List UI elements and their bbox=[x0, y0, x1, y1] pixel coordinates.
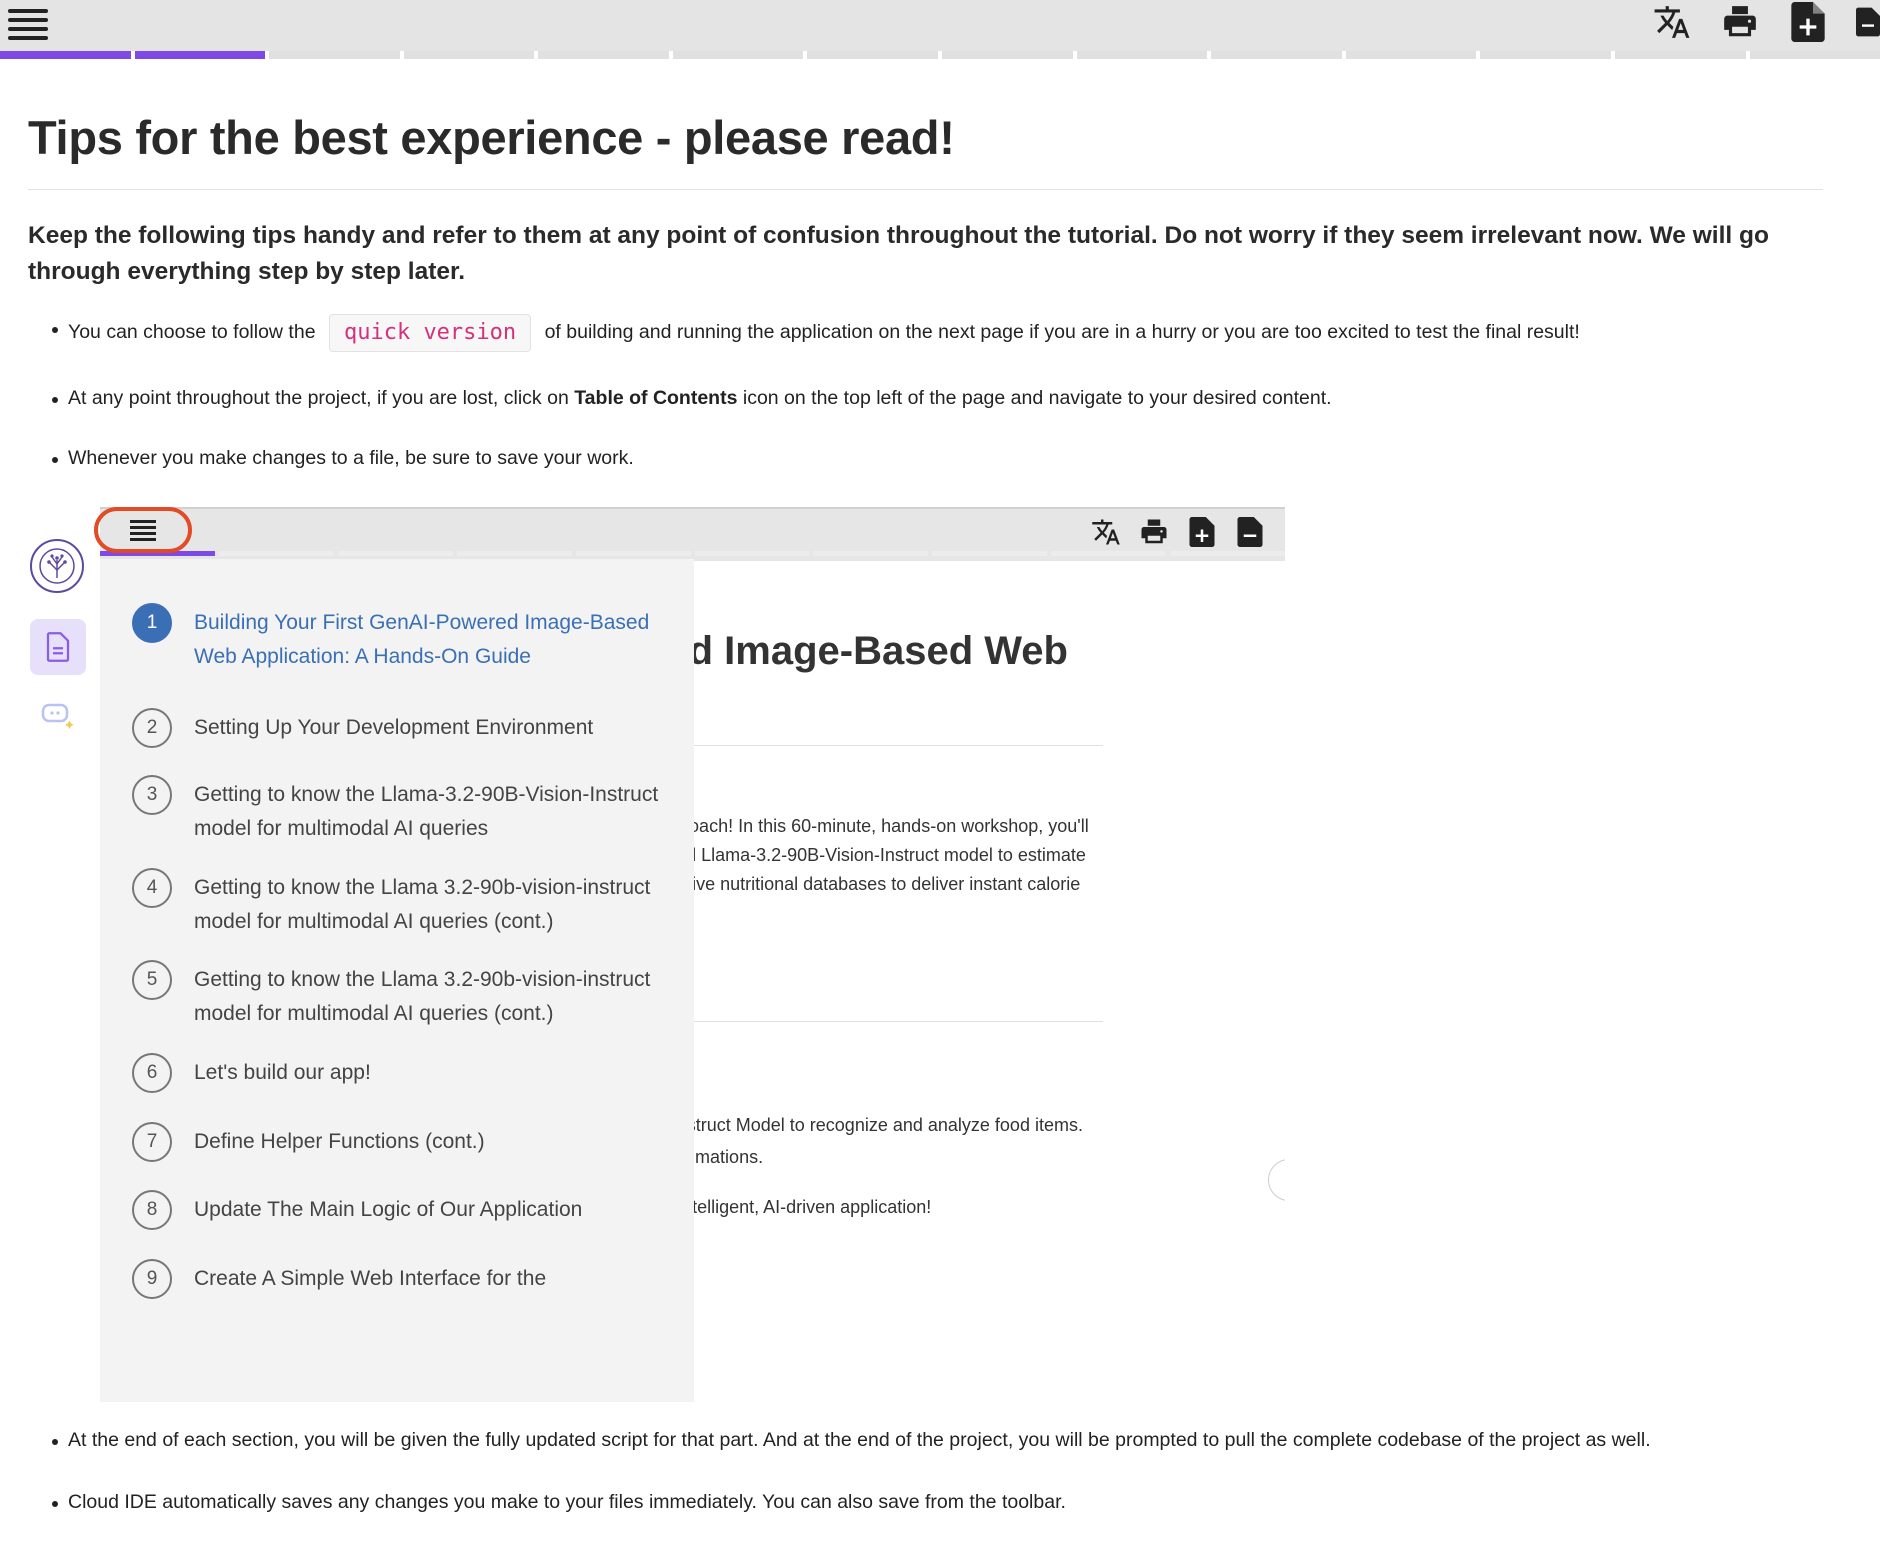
progress-segment bbox=[403, 51, 535, 59]
toc-item-label: Getting to know the Llama-3.2-90B-Vision… bbox=[194, 783, 659, 840]
progress-segment bbox=[1051, 551, 1167, 556]
tip-text: You can choose to follow the bbox=[68, 321, 316, 344]
tip-text: At the end of each section, you will be … bbox=[68, 1429, 1651, 1451]
toc-item: 8 Update The Main Logic of Our Applicatio… bbox=[132, 1190, 664, 1230]
progress-segment bbox=[538, 51, 669, 59]
toc-number-badge: 2 bbox=[132, 708, 172, 748]
toc-item: 4 Getting to know the Llama 3.2-90b-visio… bbox=[132, 868, 664, 939]
toc-item: 2 Setting Up Your Development Environment bbox=[132, 708, 664, 748]
toc-number-badge: 5 bbox=[132, 960, 172, 1000]
toc-item-label: Let's build our app! bbox=[194, 1061, 371, 1084]
ai-chat-icon bbox=[38, 697, 78, 737]
page-content: Tips for the best experience - please re… bbox=[28, 100, 1823, 504]
font-decrease-icon[interactable] bbox=[1856, 0, 1880, 44]
toc-number-badge: 9 bbox=[132, 1259, 172, 1299]
tip-text: Cloud IDE automatically saves any change… bbox=[68, 1491, 1066, 1513]
toc-item: 1 Building Your First GenAI-Powered Image… bbox=[132, 603, 664, 674]
progress-segment bbox=[1211, 51, 1342, 59]
list-item: Cloud IDE automatically saves any change… bbox=[28, 1488, 1823, 1516]
toc-number-badge: 3 bbox=[132, 775, 172, 815]
screenshot-progress-bar bbox=[100, 551, 1285, 557]
progress-segment bbox=[456, 551, 572, 556]
tip-text: icon on the top left of the page and nav… bbox=[742, 387, 1332, 409]
tips-list-continued: At the end of each section, you will be … bbox=[28, 1426, 1823, 1548]
progress-segment bbox=[1480, 51, 1611, 59]
progress-segment bbox=[1345, 51, 1477, 59]
tip-text: of building and running the application … bbox=[544, 321, 1580, 344]
progress-segment bbox=[0, 51, 131, 59]
font-decrease-icon bbox=[1235, 515, 1265, 549]
list-item: At any point throughout the project, if … bbox=[28, 384, 1823, 412]
toc-screenshot-image: owered Image-Based Web uide ered Calorie… bbox=[28, 507, 1285, 1402]
progress-segment bbox=[575, 551, 691, 556]
progress-segment bbox=[269, 51, 400, 59]
toc-item: 9 Create A Simple Web Interface for the bbox=[132, 1259, 664, 1299]
page-title: Tips for the best experience - please re… bbox=[28, 111, 955, 164]
toc-item-label: Create A Simple Web Interface for the bbox=[194, 1267, 547, 1290]
toc-number-badge: 1 bbox=[132, 603, 172, 643]
translate-icon bbox=[1091, 515, 1121, 549]
toc-item-label: Getting to know the Llama 3.2-90b-vision… bbox=[194, 968, 651, 1025]
course-logo-icon bbox=[30, 539, 84, 593]
toc-item-label: Define Helper Functions (cont.) bbox=[194, 1130, 485, 1153]
quick-version-code: quick version bbox=[328, 314, 532, 352]
progress-segment bbox=[942, 51, 1073, 59]
toc-number-badge: 4 bbox=[132, 868, 172, 908]
toc-item-label: Update The Main Logic of Our Application bbox=[194, 1198, 583, 1221]
tip-text: Whenever you make changes to a file, be … bbox=[68, 447, 634, 469]
progress-segment bbox=[1614, 51, 1746, 59]
toc-number-badge: 7 bbox=[132, 1122, 172, 1162]
tip-bold-text: Table of Contents bbox=[574, 387, 738, 409]
page-progress-bar bbox=[0, 51, 1880, 61]
print-icon bbox=[1139, 515, 1169, 549]
progress-segment bbox=[337, 551, 453, 556]
lead-paragraph: Keep the following tips handy and refer … bbox=[28, 222, 1769, 285]
toc-item-label: Building Your First GenAI-Powered Image-… bbox=[194, 611, 650, 668]
progress-segment bbox=[1170, 551, 1285, 556]
progress-segment bbox=[134, 51, 266, 59]
tips-list: You can choose to follow the quick versi… bbox=[28, 314, 1823, 472]
table-of-contents-panel: 1 Building Your First GenAI-Powered Image… bbox=[100, 559, 694, 1402]
tip-text: At any point throughout the project, if … bbox=[68, 387, 569, 409]
toc-item-label: Setting Up Your Development Environment bbox=[194, 716, 594, 739]
document-icon bbox=[30, 619, 86, 675]
toc-item: 7 Define Helper Functions (cont.) bbox=[132, 1122, 664, 1162]
progress-segment bbox=[807, 51, 939, 59]
top-toolbar bbox=[0, 0, 1880, 51]
list-item: You can choose to follow the quick versi… bbox=[28, 314, 1823, 352]
screenshot-toolbar-actions bbox=[1091, 515, 1265, 549]
progress-segment bbox=[813, 551, 929, 556]
progress-segment bbox=[1749, 51, 1880, 59]
list-item: Whenever you make changes to a file, be … bbox=[28, 444, 1823, 472]
toc-item: 6 Let's build our app! bbox=[132, 1053, 664, 1093]
font-increase-icon[interactable] bbox=[1788, 0, 1828, 44]
print-icon[interactable] bbox=[1720, 0, 1760, 44]
list-item: At the end of each section, you will be … bbox=[28, 1426, 1823, 1454]
font-increase-icon bbox=[1187, 515, 1217, 549]
progress-segment bbox=[672, 51, 804, 59]
toolbar-actions bbox=[1652, 0, 1880, 44]
divider bbox=[28, 189, 1823, 190]
toc-item-label: Getting to know the Llama 3.2-90b-vision… bbox=[194, 876, 651, 933]
toc-number-badge: 6 bbox=[132, 1053, 172, 1093]
progress-segment bbox=[1076, 51, 1208, 59]
translate-icon[interactable] bbox=[1652, 0, 1692, 44]
progress-segment bbox=[218, 551, 334, 556]
highlighted-menu-icon bbox=[94, 507, 192, 553]
toc-item: 5 Getting to know the Llama 3.2-90b-visio… bbox=[132, 960, 664, 1031]
progress-segment bbox=[932, 551, 1048, 556]
progress-segment bbox=[694, 551, 810, 556]
menu-icon[interactable] bbox=[8, 4, 48, 44]
toc-item: 3 Getting to know the Llama-3.2-90B-Visio… bbox=[132, 775, 664, 846]
toc-number-badge: 8 bbox=[132, 1190, 172, 1230]
